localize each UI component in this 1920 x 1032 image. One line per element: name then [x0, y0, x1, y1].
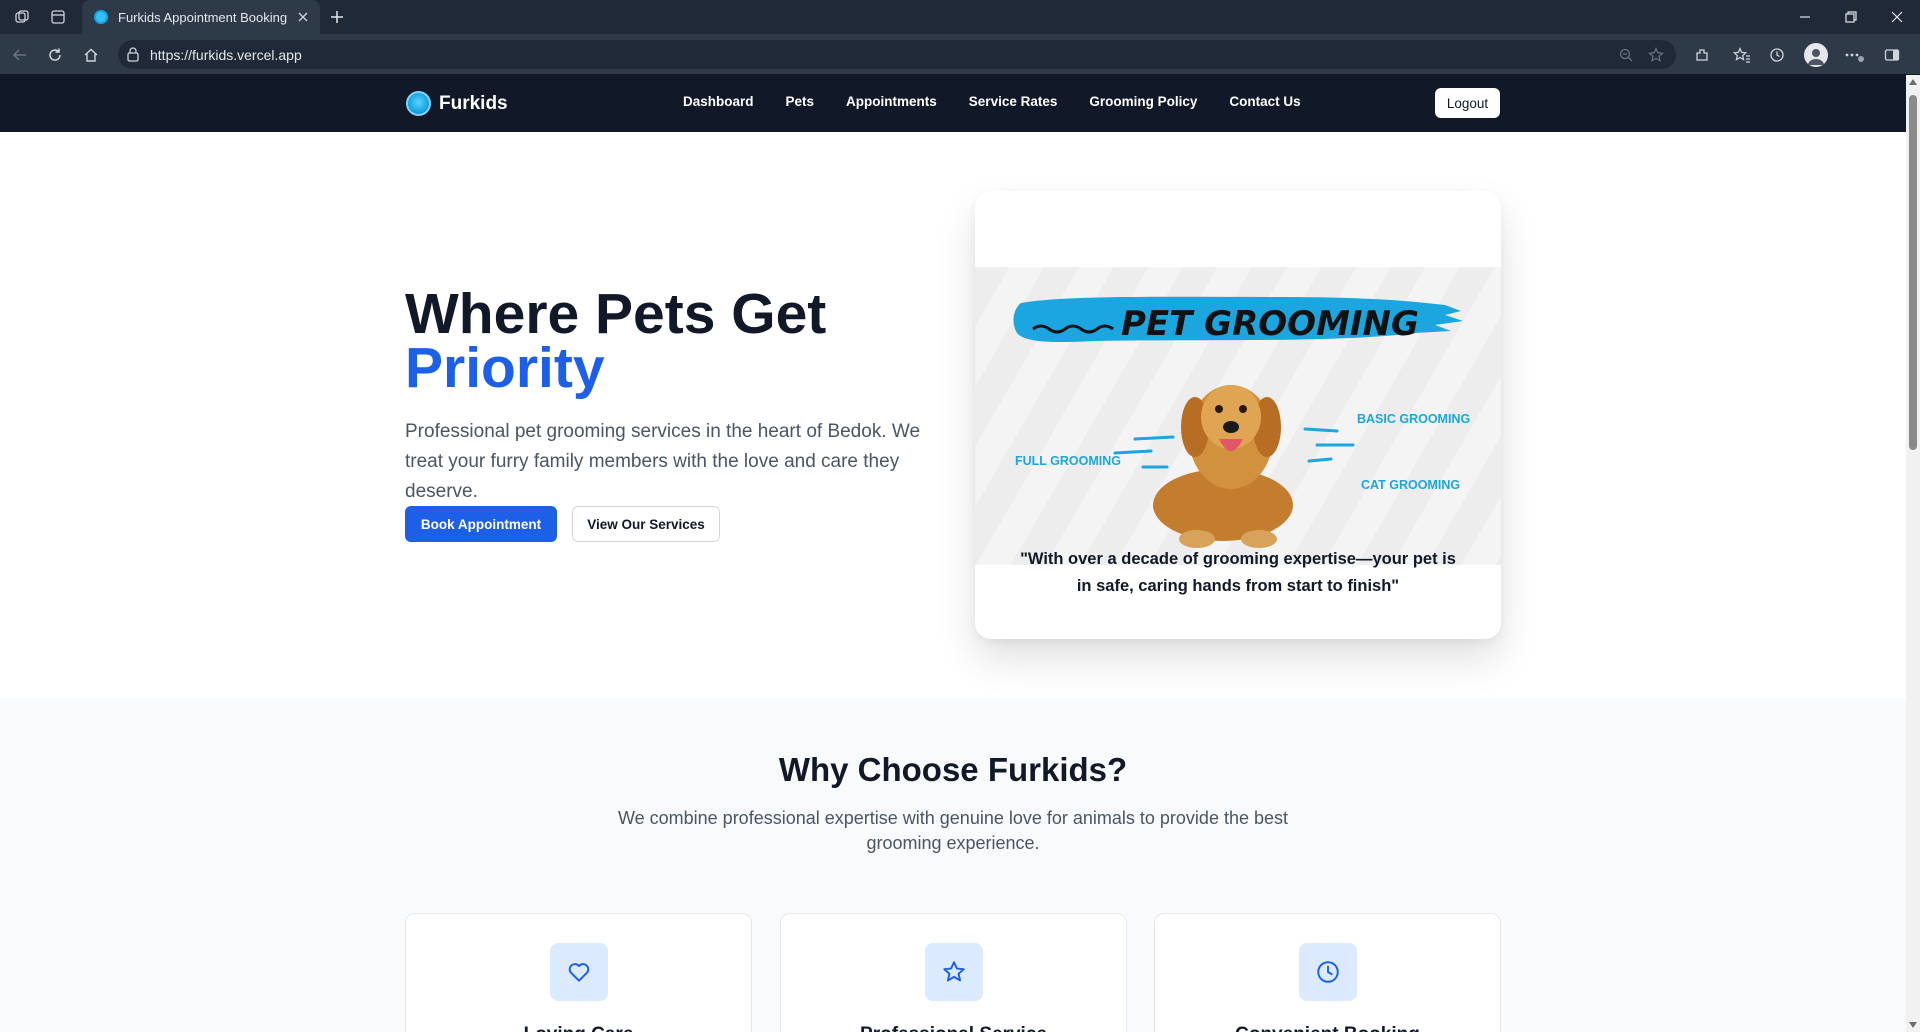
lock-icon[interactable]: [126, 46, 142, 62]
book-appointment-button[interactable]: Book Appointment: [405, 506, 557, 542]
more-options-icon[interactable]: [1842, 43, 1866, 67]
back-icon[interactable]: [8, 43, 32, 67]
tab-title: Furkids Appointment Booking: [118, 9, 288, 25]
furkids-logo-icon: [406, 91, 431, 116]
nav-pets[interactable]: Pets: [786, 94, 815, 109]
url-text[interactable]: https://furkids.vercel.app: [150, 47, 302, 63]
feature-title: Loving Care: [406, 1024, 751, 1032]
extensions-icon[interactable]: [1690, 43, 1714, 67]
feature-title: Convenient Booking: [1155, 1024, 1500, 1032]
scrollbar-thumb[interactable]: [1909, 95, 1917, 450]
feature-card-convenient-booking: Convenient Booking: [1154, 913, 1501, 1032]
feature-title: Professional Service: [781, 1024, 1126, 1032]
workspaces-icon[interactable]: [12, 7, 32, 27]
close-window-icon[interactable]: [1885, 5, 1909, 29]
pet-grooming-promo-image: PET GROOMING FULL GROOMING BASIC GROOMIN…: [975, 267, 1501, 565]
label-basic-grooming: BASIC GROOMING: [1357, 412, 1470, 426]
page-scrollbar[interactable]: [1906, 75, 1920, 1032]
new-tab-icon[interactable]: [327, 7, 347, 27]
close-tab-icon[interactable]: [294, 8, 312, 26]
hero-image-card: PET GROOMING FULL GROOMING BASIC GROOMIN…: [975, 191, 1501, 639]
minimize-icon[interactable]: [1793, 5, 1817, 29]
site-favicon-icon: [94, 10, 108, 24]
nav-contact-us[interactable]: Contact Us: [1229, 94, 1300, 109]
why-title: Why Choose Furkids?: [778, 751, 1128, 788]
tab-actions-icon[interactable]: [48, 7, 68, 27]
hero-title: Where Pets Get Priority: [405, 286, 826, 400]
brand[interactable]: Furkids: [406, 91, 508, 116]
star-icon: [925, 943, 983, 1001]
expertise-quote: "With over a decade of grooming expertis…: [1020, 550, 1456, 595]
nav-appointments[interactable]: Appointments: [846, 94, 937, 109]
why-subtitle: We combine professional expertise with g…: [617, 808, 1289, 853]
address-bar[interactable]: https://furkids.vercel.app: [118, 40, 1676, 69]
favorites-icon[interactable]: [1730, 43, 1754, 67]
feature-card-professional-service: Professional Service: [780, 913, 1127, 1032]
hero-title-accent: Priority: [405, 336, 605, 400]
page-viewport: Furkids Dashboard Pets Appointments Serv…: [0, 75, 1906, 1032]
profile-avatar[interactable]: [1804, 43, 1828, 67]
brand-name: Furkids: [439, 92, 508, 114]
feature-card-loving-care: Loving Care: [405, 913, 752, 1032]
reload-icon[interactable]: [43, 43, 67, 67]
sidebar-toggle-icon[interactable]: [1880, 43, 1904, 67]
nav-links: Dashboard Pets Appointments Service Rate…: [683, 94, 1301, 109]
logout-button[interactable]: Logout: [1435, 88, 1500, 118]
label-full-grooming: FULL GROOMING: [1015, 454, 1121, 468]
nav-dashboard[interactable]: Dashboard: [683, 94, 754, 109]
label-cat-grooming: CAT GROOMING: [1361, 478, 1460, 492]
clock-icon: [1299, 943, 1357, 1001]
scroll-up-arrow-icon[interactable]: [1909, 79, 1917, 85]
history-icon[interactable]: [1765, 43, 1789, 67]
nav-service-rates[interactable]: Service Rates: [969, 94, 1058, 109]
view-services-button[interactable]: View Our Services: [572, 506, 720, 542]
home-icon[interactable]: [79, 43, 103, 67]
browser-tab-strip: Furkids Appointment Booking: [0, 0, 1920, 34]
zoom-icon[interactable]: [1616, 45, 1636, 65]
hero-subtitle: Professional pet grooming services in th…: [405, 421, 921, 502]
nav-grooming-policy[interactable]: Grooming Policy: [1089, 94, 1197, 109]
restore-icon[interactable]: [1839, 5, 1863, 29]
favorite-star-icon[interactable]: [1646, 45, 1666, 65]
site-navbar: Furkids Dashboard Pets Appointments Serv…: [0, 75, 1906, 132]
heart-icon: [550, 943, 608, 1001]
scroll-down-arrow-icon[interactable]: [1909, 1022, 1917, 1028]
browser-toolbar: https://furkids.vercel.app: [0, 34, 1920, 75]
browser-tab-active[interactable]: Furkids Appointment Booking: [82, 0, 320, 34]
promo-banner-text: PET GROOMING: [1121, 304, 1419, 344]
